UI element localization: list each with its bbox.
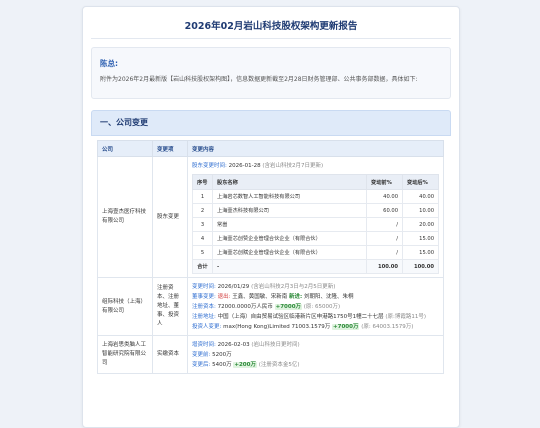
shareholder-name: 上海壹芯创赋企业管理合伙企业（有限合伙） xyxy=(212,245,367,260)
shareholder-total-row: 合计 - 100.00 100.00 xyxy=(192,259,439,274)
column-header-company: 公司 xyxy=(97,140,153,157)
change-time-value: 2026/01/29 xyxy=(217,284,250,290)
after-pct: 40.00 xyxy=(402,189,439,204)
registered-capital-note: (注册资本金5亿) xyxy=(258,362,300,368)
change-time-value: 2026-01-28 xyxy=(228,163,261,169)
director-in-label: 新进: xyxy=(288,294,303,300)
company-change-table: 公司 变更项 变更内容 上海壹杰医疗科技有限公司 股东变更 股东变更时间: 20… xyxy=(97,140,444,374)
before-pct: / xyxy=(366,231,403,246)
change-time-note: (含岩山科技2月3日与2月5日更新) xyxy=(251,284,336,290)
before-pct: / xyxy=(366,245,403,260)
seq-cell: 3 xyxy=(192,217,213,232)
director-change-label: 董事变更: xyxy=(192,294,216,300)
greeting-name: 陈总: xyxy=(100,59,118,68)
greeting-body: 附件为2026年2月最新版【岩山科技股权架构图】，信息数据更新截至2月28日财务… xyxy=(100,76,418,83)
change-content: 股东变更时间: 2026-01-28 (含岩山科技2月7日更新) 序号 股东名称… xyxy=(187,156,444,278)
shareholder-row: 2 上海壹杰科技有限公司 60.00 10.00 xyxy=(192,203,439,218)
registered-capital-label: 注册资本: xyxy=(192,304,216,310)
column-header-content: 变更内容 xyxy=(187,140,444,157)
report-title: 2026年02月岩山科技股权架构更新报告 xyxy=(184,21,358,32)
capital-previous: (原: 65000万) xyxy=(303,304,341,310)
investor-amount: 71003.1579万 xyxy=(291,324,331,330)
total-before: 100.00 xyxy=(366,259,403,274)
change-time-note: (含岩山科技2月7日更新) xyxy=(262,163,324,169)
total-after: 100.00 xyxy=(402,259,439,274)
company-name: 上海岩思类脑人工智能研究院有限公司 xyxy=(97,335,153,374)
investor-previous: (原: 64003.1579万) xyxy=(361,324,414,330)
before-change-value: 5200万 xyxy=(212,352,232,358)
after-pct: 20.00 xyxy=(402,217,439,232)
director-out-label: 退出: xyxy=(217,294,231,300)
shareholder-name: 上海壹杰科技有限公司 xyxy=(212,203,367,218)
director-out-names: 王鑫、黄国敏、宋新南 xyxy=(232,294,288,300)
report-card: 2026年02月岩山科技股权架构更新报告 陈总: 附件为2026年2月最新版【岩… xyxy=(82,6,460,428)
shareholder-row: 3 常崮 / 20.00 xyxy=(192,217,439,232)
shareholder-name: 常崮 xyxy=(212,217,367,232)
total-label: 合计 xyxy=(192,259,213,274)
change-type: 实缴资本 xyxy=(152,335,188,374)
table-row: 上海岩思类脑人工智能研究院有限公司 实缴资本 增资时间: 2026-02-03 … xyxy=(97,335,444,374)
capital-increase-time-label: 增资时间: xyxy=(192,342,216,348)
change-time-label: 股东变更时间: xyxy=(192,163,227,169)
paid-in-delta-badge: +200万 xyxy=(233,362,257,368)
investor-change-label: 投资人变更: xyxy=(192,324,222,330)
column-header-before: 变动前% xyxy=(366,174,403,190)
column-header-shareholder: 股东名称 xyxy=(212,174,367,190)
before-pct: 60.00 xyxy=(366,203,403,218)
shareholder-name: 上海壹芯创赞企业管理合伙企业（有限合伙） xyxy=(212,231,367,246)
column-header-seq: 序号 xyxy=(192,174,213,190)
column-header-change-type: 变更项 xyxy=(152,140,188,157)
shareholder-table: 序号 股东名称 变动前% 变动后% 1 上海岩芯数智人工智能科技有限公司 40.… xyxy=(192,174,439,274)
company-name: 上海壹杰医疗科技有限公司 xyxy=(97,156,153,278)
table-row: 组际科技（上海）有限公司 注册资本、注册地址、董事、投资人 变更时间: 2026… xyxy=(97,277,444,336)
seq-cell: 4 xyxy=(192,231,213,246)
title-divider xyxy=(91,38,451,39)
before-pct: / xyxy=(366,217,403,232)
shareholder-name: 上海岩芯数智人工智能科技有限公司 xyxy=(212,189,367,204)
registered-address-label: 注册地址: xyxy=(192,314,216,320)
investor-delta-badge: +7000万 xyxy=(332,324,360,330)
change-content: 变更时间: 2026/01/29 (含岩山科技2月3日与2月5日更新) 董事变更… xyxy=(187,277,444,336)
director-in-names: 刘朝阳、沈隆、朱桐 xyxy=(303,294,354,300)
investor-name: max(Hong Kong)Limited xyxy=(223,324,290,330)
seq-cell: 1 xyxy=(192,189,213,204)
shareholder-row: 1 上海岩芯数智人工智能科技有限公司 40.00 40.00 xyxy=(192,189,439,204)
seq-cell: 5 xyxy=(192,245,213,260)
capital-increase-note: (岩山科技日更时间) xyxy=(251,342,300,348)
registered-address-value: 中国（上海）自由贸易试验区临港新片区申港路1750号1幢二十七层 xyxy=(217,314,384,320)
after-change-value: 5400万 xyxy=(212,362,232,368)
seq-cell: 2 xyxy=(192,203,213,218)
before-change-label: 变更前: xyxy=(192,352,211,358)
change-time-label: 变更时间: xyxy=(192,284,216,290)
shareholder-row: 4 上海壹芯创赞企业管理合伙企业（有限合伙） / 15.00 xyxy=(192,231,439,246)
after-pct: 15.00 xyxy=(402,245,439,260)
shareholder-header-row: 序号 股东名称 变动前% 变动后% xyxy=(192,174,439,190)
change-type: 股东变更 xyxy=(152,156,188,278)
after-pct: 10.00 xyxy=(402,203,439,218)
change-type: 注册资本、注册地址、董事、投资人 xyxy=(152,277,188,336)
company-name: 组际科技（上海）有限公司 xyxy=(97,277,153,336)
capital-delta-badge: +7000万 xyxy=(274,304,303,310)
section-title: 一、公司变更 xyxy=(100,118,148,127)
total-name: - xyxy=(212,259,367,274)
before-pct: 40.00 xyxy=(366,189,403,204)
table-header-row: 公司 变更项 变更内容 xyxy=(97,140,444,157)
shareholder-row: 5 上海壹芯创赋企业管理合伙企业（有限合伙） / 15.00 xyxy=(192,245,439,260)
change-content: 增资时间: 2026-02-03 (岩山科技日更时间) 变更前: 5200万 变… xyxy=(187,335,444,374)
capital-increase-time-value: 2026-02-03 xyxy=(217,342,250,348)
section-header: 一、公司变更 xyxy=(91,110,451,136)
after-pct: 15.00 xyxy=(402,231,439,246)
registered-capital-value: 72000.0000万人民币 xyxy=(217,304,273,310)
table-row: 上海壹杰医疗科技有限公司 股东变更 股东变更时间: 2026-01-28 (含岩… xyxy=(97,156,444,278)
greeting-box: 陈总: 附件为2026年2月最新版【岩山科技股权架构图】，信息数据更新截至2月2… xyxy=(91,47,451,99)
column-header-after: 变动后% xyxy=(402,174,439,190)
address-previous: (原:博霞路11号) xyxy=(385,314,427,320)
after-change-label: 变更后: xyxy=(192,362,211,368)
